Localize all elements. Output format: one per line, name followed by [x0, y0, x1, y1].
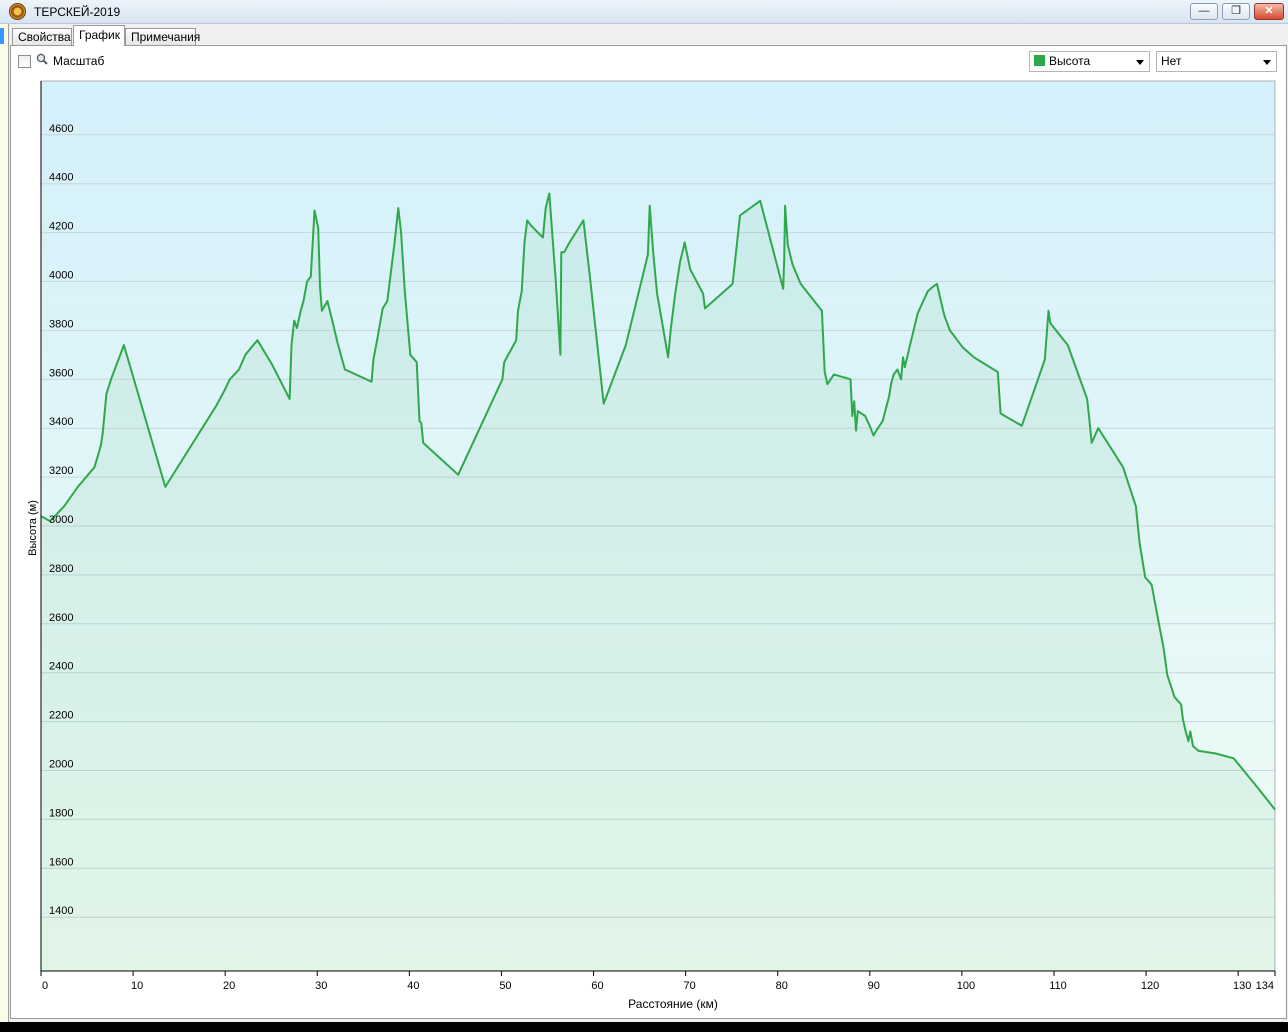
- y-tick-label: 3400: [49, 416, 73, 428]
- x-tick-label: 90: [868, 980, 880, 992]
- x-tick-label: 130: [1233, 980, 1251, 992]
- y-tick-label: 2600: [49, 612, 73, 624]
- x-tick-label: 100: [957, 980, 975, 992]
- y-tick-label: 3200: [49, 465, 73, 477]
- x-tick-label: 20: [223, 980, 235, 992]
- x-tick-label: 40: [407, 980, 419, 992]
- x-tick-label: 60: [591, 980, 603, 992]
- y-tick-label: 1600: [49, 856, 73, 868]
- x-tick-label: 0: [42, 980, 48, 992]
- x-axis-label: Расстояние (км): [628, 997, 718, 1011]
- app-window: ТЕРСКЕЙ-2019 — ❐ ✕ Свойства График Приме…: [0, 0, 1288, 1022]
- y-tick-label: 4200: [49, 221, 73, 233]
- y-tick-label: 2400: [49, 661, 73, 673]
- y-tick-label: 3000: [49, 514, 73, 526]
- x-tick-label: 50: [499, 980, 511, 992]
- y-tick-label: 4400: [49, 172, 73, 184]
- y-tick-label: 1800: [49, 807, 73, 819]
- y-tick-label: 2000: [49, 759, 73, 771]
- x-tick-label: 134: [1256, 980, 1274, 992]
- y-tick-label: 3800: [49, 318, 73, 330]
- y-tick-label: 1400: [49, 905, 73, 917]
- y-tick-label: 4000: [49, 269, 73, 281]
- x-tick-label: 30: [315, 980, 327, 992]
- x-tick-label: 10: [131, 980, 143, 992]
- y-tick-label: 2800: [49, 563, 73, 575]
- y-axis-label: Высота (м): [27, 500, 39, 556]
- y-tick-label: 4600: [49, 123, 73, 135]
- elevation-chart[interactable]: 1400 1600 1800 2000 2200 2400 2600 2800 3000 3200…: [0, 0, 1288, 1032]
- x-tick-label: 80: [776, 980, 788, 992]
- x-tick-label: 110: [1049, 980, 1067, 992]
- tab-chart[interactable]: График: [73, 25, 125, 46]
- y-tick-label: 2200: [49, 710, 73, 722]
- x-tick-label: 120: [1141, 980, 1159, 992]
- x-tick-label: 70: [684, 980, 696, 992]
- y-tick-label: 3600: [49, 367, 73, 379]
